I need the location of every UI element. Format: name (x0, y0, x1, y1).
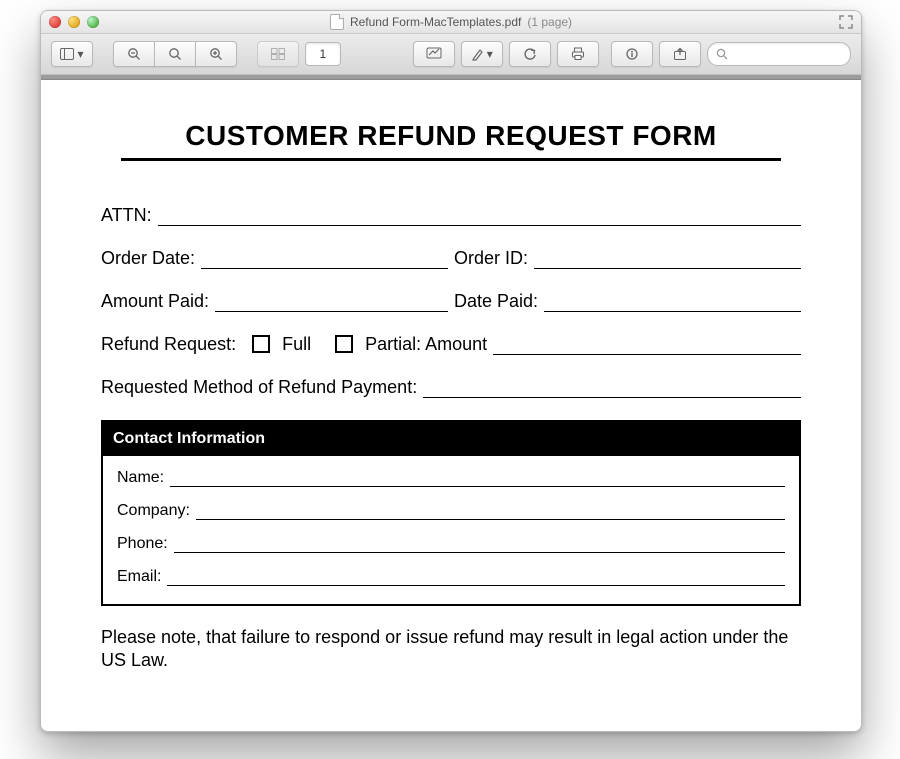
email-label: Email: (117, 568, 161, 586)
name-label: Name: (117, 469, 164, 487)
partial-checkbox (335, 335, 353, 353)
rotate-button[interactable] (509, 41, 551, 67)
amount-paid-line (215, 293, 448, 312)
method-line (423, 379, 801, 398)
order-id-label: Order ID: (454, 248, 528, 269)
company-label: Company: (117, 502, 190, 520)
zoom-button[interactable] (87, 16, 99, 28)
legal-note: Please note, that failure to respond or … (101, 626, 801, 671)
name-line (170, 468, 785, 487)
title-rule (121, 158, 781, 161)
full-checkbox (252, 335, 270, 353)
window-title-filename: Refund Form-MacTemplates.pdf (350, 15, 521, 29)
minimize-button[interactable] (68, 16, 80, 28)
pdf-file-icon (330, 14, 344, 30)
refund-request-label: Refund Request: (101, 334, 236, 355)
order-date-line (201, 250, 448, 269)
contact-info-section: Contact Information Name: Company: Phone… (101, 420, 801, 606)
window-title: Refund Form-MacTemplates.pdf (1 page) (330, 14, 572, 30)
order-date-label: Order Date: (101, 248, 195, 269)
phone-label: Phone: (117, 535, 168, 553)
method-label: Requested Method of Refund Payment: (101, 377, 417, 398)
highlight-button[interactable]: ▾ (461, 41, 503, 67)
date-paid-label: Date Paid: (454, 291, 538, 312)
email-line (167, 567, 785, 586)
fullscreen-icon[interactable] (839, 15, 853, 29)
annotate-button[interactable] (413, 41, 455, 67)
contact-info-header: Contact Information (103, 422, 799, 456)
share-button[interactable] (659, 41, 701, 67)
partial-amount-line (493, 336, 801, 355)
attn-label: ATTN: (101, 205, 152, 226)
view-mode-segment: ▾ (51, 41, 93, 67)
zoom-in-button[interactable] (195, 41, 237, 67)
order-id-line (534, 250, 801, 269)
date-paid-line (544, 293, 801, 312)
zoom-actual-button[interactable] (154, 41, 195, 67)
full-label: Full (282, 334, 311, 355)
zoom-out-button[interactable] (113, 41, 154, 67)
info-button[interactable] (611, 41, 653, 67)
window-title-pages: (1 page) (527, 15, 572, 29)
close-button[interactable] (49, 16, 61, 28)
sidebar-toggle-button[interactable]: ▾ (51, 41, 93, 67)
attn-field-line (158, 207, 801, 226)
preview-window: Refund Form-MacTemplates.pdf (1 page) ▾ (40, 10, 862, 732)
pdf-page: CUSTOMER REFUND REQUEST FORM ATTN: Order… (101, 80, 801, 671)
print-button[interactable] (557, 41, 599, 67)
zoom-segment (113, 41, 237, 67)
company-line (196, 501, 785, 520)
amount-paid-label: Amount Paid: (101, 291, 209, 312)
thumbnails-button[interactable] (257, 41, 299, 67)
document-area[interactable]: CUSTOMER REFUND REQUEST FORM ATTN: Order… (41, 80, 861, 732)
traffic-lights (49, 16, 99, 28)
search-input[interactable] (732, 46, 842, 62)
toolbar: ▾ (41, 34, 861, 75)
page-number-field[interactable] (305, 42, 341, 66)
titlebar: Refund Form-MacTemplates.pdf (1 page) (41, 11, 861, 34)
form-title: CUSTOMER REFUND REQUEST FORM (101, 120, 801, 152)
partial-label: Partial: Amount (365, 334, 487, 355)
phone-line (174, 534, 785, 553)
search-field-wrap[interactable] (707, 42, 851, 66)
search-icon (716, 48, 728, 60)
